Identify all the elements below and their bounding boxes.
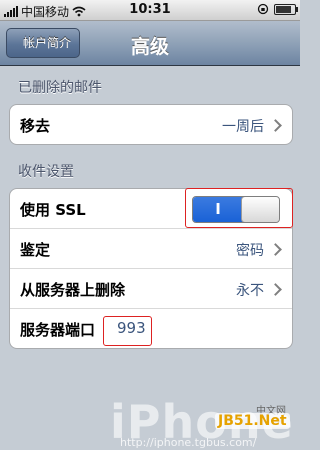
server-port-label: 服务器端口	[20, 321, 96, 339]
delete-from-server-label: 从服务器上删除	[20, 281, 126, 299]
auth-row[interactable]: 鉴定 密码	[10, 229, 292, 269]
server-port-input[interactable]: 993	[117, 319, 146, 337]
site-watermark: JB51.Net	[215, 413, 290, 429]
chevron-right-icon	[269, 243, 282, 256]
section-header-deleted-mail: 已删除的邮件	[18, 80, 102, 96]
status-time: 10:31	[129, 2, 171, 17]
remove-row[interactable]: 移去 一周后	[10, 105, 292, 144]
delete-from-server-value: 永不	[236, 283, 264, 299]
chevron-right-icon	[269, 283, 282, 296]
status-right	[257, 3, 298, 15]
auth-value: 密码	[236, 243, 264, 259]
ssl-toggle[interactable]: I	[192, 196, 280, 223]
section-header-incoming: 收件设置	[18, 164, 74, 180]
ssl-row: 使用 SSL I	[10, 189, 292, 229]
rotation-lock-icon	[257, 3, 269, 15]
ssl-toggle-on-label: I	[193, 197, 243, 222]
chevron-right-icon	[269, 119, 282, 132]
ssl-label: 使用 SSL	[20, 201, 86, 219]
deleted-mail-group: 移去 一周后	[9, 104, 293, 145]
toggle-knob	[241, 197, 279, 222]
navigation-bar: 帐户简介 高级	[0, 21, 300, 66]
auth-label: 鉴定	[20, 241, 51, 259]
battery-icon	[274, 3, 298, 15]
remove-value: 一周后	[222, 119, 264, 135]
status-bar: 中国移动 10:31	[0, 0, 300, 21]
server-port-row: 服务器端口 993	[10, 309, 292, 348]
url-watermark: http://iphone.tgbus.com/	[120, 436, 257, 449]
delete-from-server-row[interactable]: 从服务器上删除 永不	[10, 269, 292, 309]
remove-label: 移去	[20, 117, 51, 135]
incoming-settings-group: 使用 SSL I 鉴定 密码 从服务器上删除 永不 服务器端口 993	[9, 188, 293, 349]
page-title: 高级	[130, 36, 169, 58]
